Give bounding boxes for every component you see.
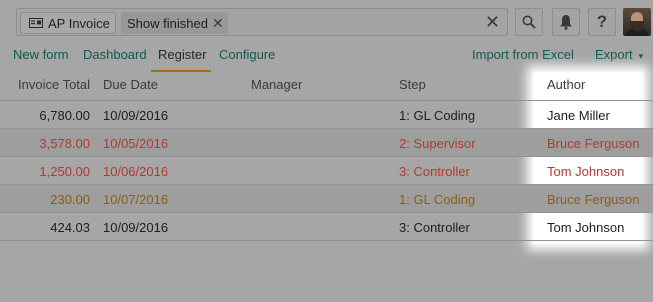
nav-import-excel[interactable]: Import from Excel bbox=[472, 47, 574, 62]
table-row[interactable]: 1,250.00 10/06/2016 3: Controller Tom Johns… bbox=[0, 157, 653, 185]
nav-register[interactable]: Register bbox=[158, 47, 206, 62]
nav-export-label: Export bbox=[595, 47, 633, 62]
nav-export[interactable]: Export ▾ bbox=[595, 47, 643, 62]
header-invoice-total[interactable]: Invoice Total bbox=[18, 77, 90, 92]
user-avatar[interactable] bbox=[623, 8, 651, 36]
top-bar: AP Invoice Show finished ✕ ✕ ? bbox=[0, 0, 653, 44]
table-row[interactable]: 3,578.00 10/05/2016 2: Supervisor Bruce Fer… bbox=[0, 129, 653, 157]
nav-bar: New form Dashboard Register Configure Im… bbox=[0, 44, 653, 72]
filter-tag: Show finished ✕ bbox=[121, 12, 228, 34]
chevron-down-icon: ▾ bbox=[638, 51, 644, 61]
filter-tag-label: Show finished bbox=[127, 15, 208, 31]
nav-configure[interactable]: Configure bbox=[219, 47, 275, 62]
header-manager[interactable]: Manager bbox=[251, 77, 302, 92]
help-button[interactable]: ? bbox=[588, 8, 616, 36]
table-row[interactable]: 6,780.00 10/09/2016 1: GL Coding Jane Mille… bbox=[0, 101, 653, 129]
search-button[interactable] bbox=[515, 8, 543, 36]
search-icon bbox=[522, 15, 536, 29]
header-step[interactable]: Step bbox=[399, 77, 426, 92]
search-clear-icon[interactable]: ✕ bbox=[485, 13, 500, 31]
cell-invoice-total: 230.00 bbox=[50, 192, 90, 207]
cell-author: Tom Johnson bbox=[547, 164, 625, 179]
row-divider bbox=[0, 240, 653, 241]
table-row[interactable]: 424.03 10/09/2016 3: Controller Tom Johnson bbox=[0, 213, 653, 241]
cell-due-date: 10/05/2016 bbox=[103, 136, 169, 151]
notifications-button[interactable] bbox=[552, 8, 580, 36]
nav-new-form[interactable]: New form bbox=[13, 47, 69, 62]
search-box[interactable]: AP Invoice Show finished ✕ ✕ bbox=[16, 8, 508, 36]
cell-invoice-total: 1,250.00 bbox=[39, 164, 90, 179]
cell-invoice-total: 6,780.00 bbox=[39, 108, 90, 123]
form-selector[interactable]: AP Invoice bbox=[20, 12, 116, 34]
cell-invoice-total: 424.03 bbox=[50, 220, 90, 235]
cell-due-date: 10/07/2016 bbox=[103, 192, 169, 207]
cell-invoice-total: 3,578.00 bbox=[39, 136, 90, 151]
form-selector-label: AP Invoice bbox=[48, 15, 110, 31]
cell-author: Bruce Ferguson bbox=[547, 136, 640, 151]
help-icon: ? bbox=[596, 12, 608, 31]
cell-step: 1: GL Coding bbox=[399, 192, 476, 207]
cell-step: 1: GL Coding bbox=[399, 108, 476, 123]
filter-tag-close-icon[interactable]: ✕ bbox=[212, 15, 224, 32]
cell-author: Jane Miller bbox=[547, 108, 610, 123]
header-author[interactable]: Author bbox=[547, 77, 585, 92]
cell-due-date: 10/09/2016 bbox=[103, 108, 169, 123]
cell-due-date: 10/06/2016 bbox=[103, 164, 169, 179]
cell-author: Tom Johnson bbox=[547, 220, 625, 235]
header-due-date[interactable]: Due Date bbox=[103, 77, 158, 92]
table-row[interactable]: 230.00 10/07/2016 1: GL Coding Bruce Fergus… bbox=[0, 185, 653, 213]
cell-step: 3: Controller bbox=[399, 220, 470, 235]
cell-step: 2: Supervisor bbox=[399, 136, 476, 151]
cell-author: Bruce Ferguson bbox=[547, 192, 640, 207]
cell-due-date: 10/09/2016 bbox=[103, 220, 169, 235]
cell-step: 3: Controller bbox=[399, 164, 470, 179]
bell-icon bbox=[560, 15, 572, 30]
nav-dashboard[interactable]: Dashboard bbox=[83, 47, 147, 62]
active-tab-indicator bbox=[151, 70, 211, 72]
form-icon bbox=[29, 18, 43, 28]
